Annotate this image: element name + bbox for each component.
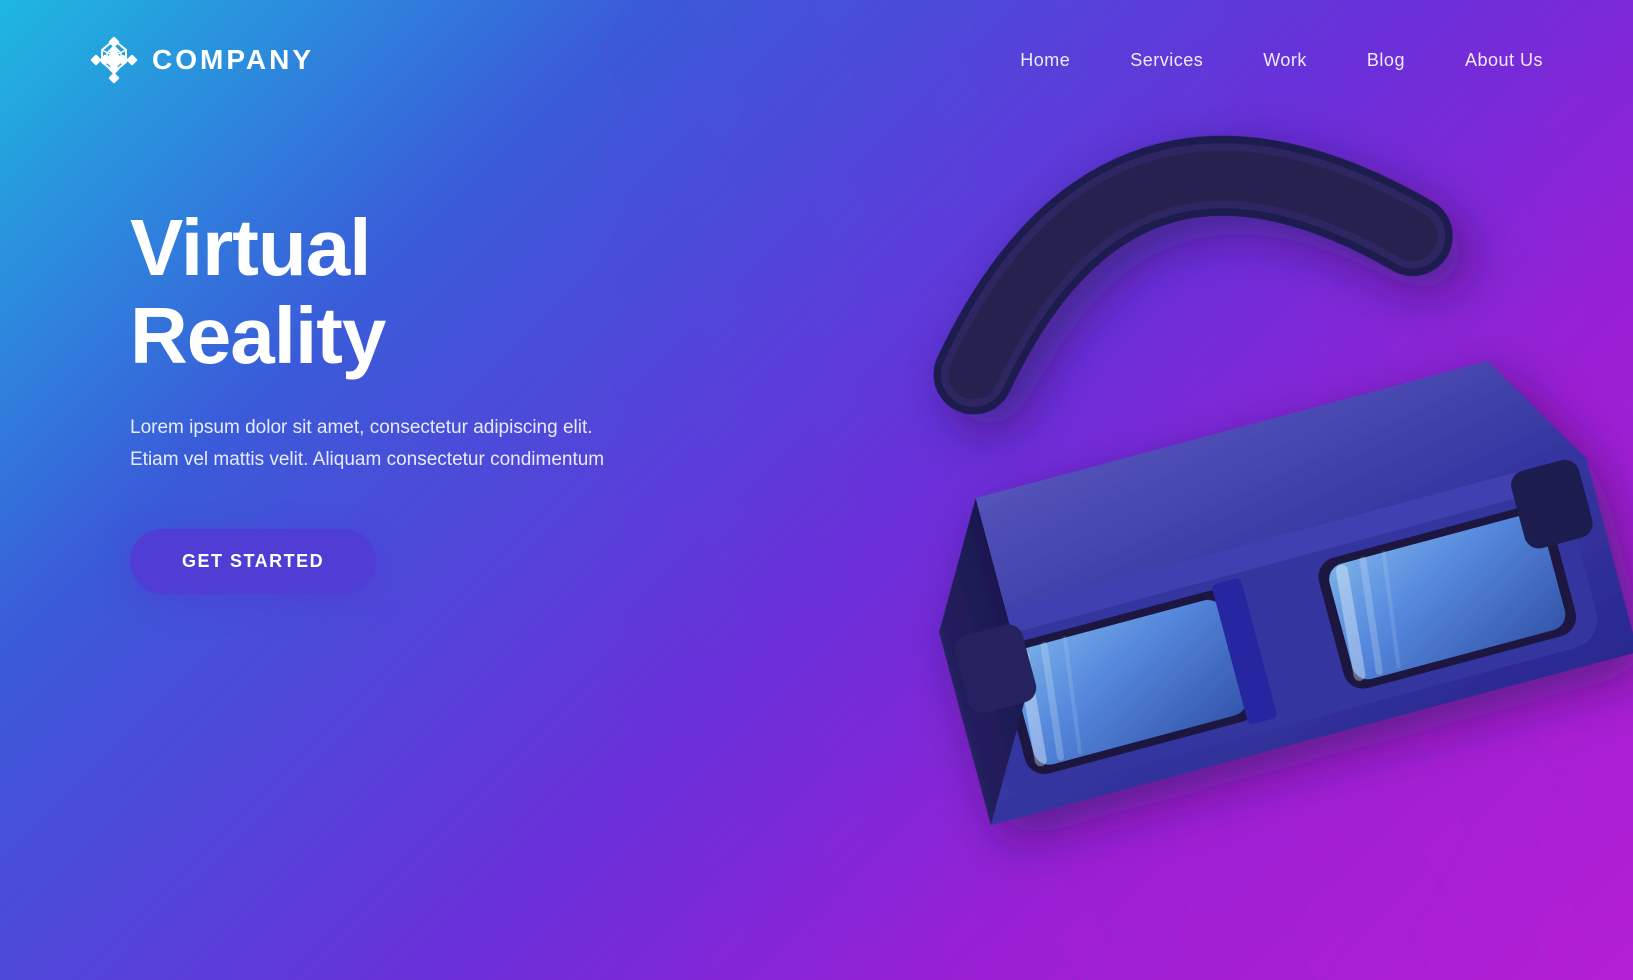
navbar: COMPANY Home Services Work Blog About Us	[0, 0, 1633, 84]
nav-link-home[interactable]: Home	[1020, 50, 1070, 70]
vr-headset-illustration	[793, 50, 1633, 920]
logo-link[interactable]: COMPANY	[90, 36, 314, 84]
nav-item-services[interactable]: Services	[1130, 50, 1203, 71]
nav-item-home[interactable]: Home	[1020, 50, 1070, 71]
nav-link-blog[interactable]: Blog	[1367, 50, 1405, 70]
cta-button[interactable]: Get Started	[130, 529, 376, 594]
nav-item-blog[interactable]: Blog	[1367, 50, 1405, 71]
hero-title: Virtual Reality	[130, 204, 620, 380]
nav-item-about[interactable]: About Us	[1465, 50, 1543, 71]
nav-link-services[interactable]: Services	[1130, 50, 1203, 70]
hero-description: Lorem ipsum dolor sit amet, consectetur …	[130, 412, 610, 477]
nav-item-work[interactable]: Work	[1263, 50, 1307, 71]
vr-headset-svg	[793, 50, 1633, 920]
logo-text: COMPANY	[152, 44, 314, 76]
hero-content: Virtual Reality Lorem ipsum dolor sit am…	[0, 84, 620, 594]
nav-links: Home Services Work Blog About Us	[1020, 50, 1543, 71]
nav-link-work[interactable]: Work	[1263, 50, 1307, 70]
nav-link-about[interactable]: About Us	[1465, 50, 1543, 70]
hero-section: COMPANY Home Services Work Blog About Us…	[0, 0, 1633, 980]
logo-icon	[90, 36, 138, 84]
